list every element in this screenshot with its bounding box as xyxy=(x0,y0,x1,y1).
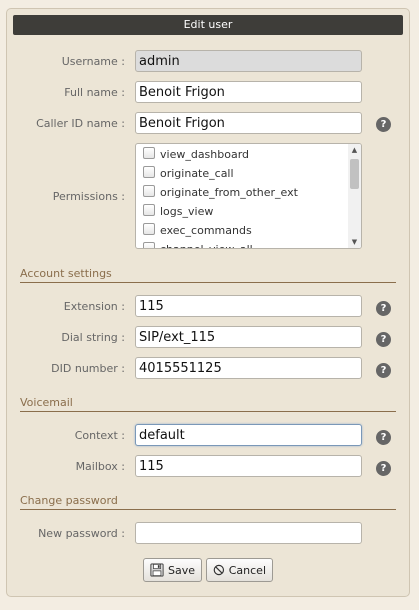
checkbox[interactable] xyxy=(143,147,155,159)
help-icon[interactable]: ? xyxy=(376,430,391,445)
callerid-field[interactable] xyxy=(135,112,362,134)
permission-item-label: originate_from_other_ext xyxy=(160,186,298,199)
scroll-down-icon[interactable]: ▼ xyxy=(348,236,361,248)
voicemail-heading: Voicemail xyxy=(20,396,396,412)
save-icon xyxy=(150,563,164,577)
cancel-button[interactable]: Cancel xyxy=(206,558,273,582)
context-label: Context : xyxy=(74,429,125,442)
callerid-label: Caller ID name : xyxy=(36,117,125,130)
cancel-icon xyxy=(213,564,225,576)
scroll-thumb[interactable] xyxy=(350,159,359,189)
did-number-label: DID number : xyxy=(51,362,125,375)
username-field[interactable] xyxy=(135,50,362,72)
checkbox[interactable] xyxy=(143,166,155,178)
permissions-label: Permissions : xyxy=(52,190,125,203)
help-icon[interactable]: ? xyxy=(376,301,391,316)
edit-user-dialog: Edit user Username : Full name : Caller … xyxy=(6,8,410,597)
permission-item[interactable]: exec_commands xyxy=(143,221,252,240)
context-field[interactable] xyxy=(135,424,362,446)
permission-item-label: originate_call xyxy=(160,167,234,180)
checkbox[interactable] xyxy=(143,242,155,248)
help-icon[interactable]: ? xyxy=(376,363,391,378)
dial-string-field[interactable] xyxy=(135,326,362,348)
did-number-field[interactable] xyxy=(135,357,362,379)
username-label: Username : xyxy=(61,55,125,68)
permissions-scrollbar[interactable]: ▲ ▼ xyxy=(348,144,361,248)
permission-item-label: logs_view xyxy=(160,205,214,218)
permission-item-label: view_dashboard xyxy=(160,148,250,161)
help-icon[interactable]: ? xyxy=(376,332,391,347)
permission-item-label: exec_commands xyxy=(160,224,252,237)
permission-item[interactable]: originate_call xyxy=(143,164,234,183)
extension-field[interactable] xyxy=(135,295,362,317)
new-password-label: New password : xyxy=(38,527,125,540)
checkbox[interactable] xyxy=(143,204,155,216)
dial-string-label: Dial string : xyxy=(61,331,125,344)
permission-item[interactable]: view_dashboard xyxy=(143,145,249,164)
checkbox[interactable] xyxy=(143,223,155,235)
fullname-label: Full name : xyxy=(64,86,125,99)
permissions-list[interactable]: view_dashboard originate_call originate_… xyxy=(135,143,362,249)
save-label: Save xyxy=(167,563,195,577)
permission-item-label: channel_view_all xyxy=(160,243,253,248)
mailbox-field[interactable] xyxy=(135,455,362,477)
extension-label: Extension : xyxy=(63,300,125,313)
permission-item[interactable]: originate_from_other_ext xyxy=(143,183,298,202)
change-password-heading: Change password xyxy=(20,494,396,510)
permission-item[interactable]: channel_view_all xyxy=(143,240,253,248)
help-icon[interactable]: ? xyxy=(376,461,391,476)
permission-item[interactable]: logs_view xyxy=(143,202,213,221)
account-settings-heading: Account settings xyxy=(20,267,396,283)
fullname-field[interactable] xyxy=(135,81,362,103)
dialog-title: Edit user xyxy=(13,15,403,35)
new-password-field[interactable] xyxy=(135,522,362,544)
checkbox[interactable] xyxy=(143,185,155,197)
save-button[interactable]: Save xyxy=(143,558,202,582)
scroll-up-icon[interactable]: ▲ xyxy=(348,144,361,156)
mailbox-label: Mailbox : xyxy=(75,460,125,473)
help-icon[interactable]: ? xyxy=(376,117,391,132)
cancel-label: Cancel xyxy=(228,563,266,577)
